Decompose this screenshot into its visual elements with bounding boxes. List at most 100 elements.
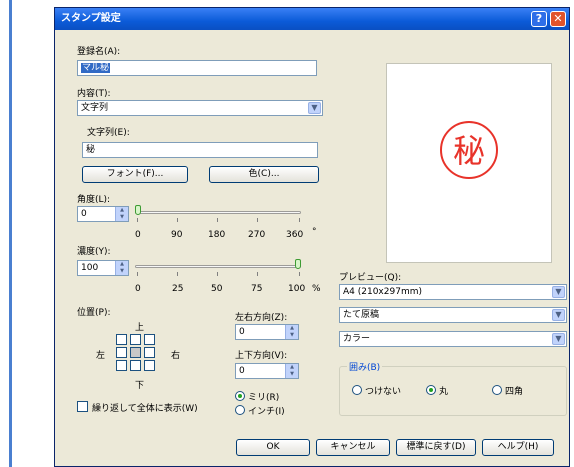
density-tick-100: 100 <box>288 284 306 294</box>
density-value: 100 <box>81 263 99 273</box>
position-top-left[interactable] <box>116 334 127 345</box>
position-bottom-label: 下 <box>135 381 145 391</box>
chevron-down-icon[interactable]: ▼ <box>552 333 565 345</box>
name-value: マル秘 <box>81 63 111 73</box>
help-icon[interactable]: ? <box>531 11 547 27</box>
unit-inch-label: インチ(I) <box>248 407 285 417</box>
tick <box>257 218 258 222</box>
density-label: 濃度(Y): <box>77 247 111 257</box>
ok-button[interactable]: OK <box>236 439 310 456</box>
window-title: スタンプ設定 <box>61 13 121 24</box>
frame-label: 囲み(B) <box>347 360 383 373</box>
text-value: 秘 <box>86 145 96 155</box>
frame-circle-radio[interactable] <box>426 385 436 395</box>
chevron-down-icon[interactable]: ▼ <box>552 286 565 298</box>
density-tick-75: 75 <box>251 284 263 294</box>
reset-button[interactable]: 標準に戻す(D) <box>396 439 476 456</box>
tick <box>299 218 300 222</box>
paper-select[interactable]: A4 (210x297mm) ▼ <box>339 284 567 300</box>
colormode-value: カラー <box>343 334 371 344</box>
angle-slider[interactable] <box>135 211 301 214</box>
repeat-checkbox[interactable] <box>77 401 88 412</box>
angle-tick-90: 90 <box>171 230 183 240</box>
unit-mm-label: ミリ(R) <box>248 393 280 403</box>
position-middle-right[interactable] <box>144 347 155 358</box>
unit-inch-radio[interactable] <box>235 405 245 415</box>
angle-tick-0: 0 <box>135 230 141 240</box>
vertical-field[interactable]: 0 ▲ ▼ <box>235 363 299 379</box>
density-tick-0: 0 <box>135 284 141 294</box>
content-label: 内容(T): <box>77 89 111 99</box>
stamp-settings-dialog: スタンプ設定 ? ✕ 登録名(A): マル秘 内容(T): 文字列 ▼ 文字列(… <box>54 7 570 467</box>
position-bottom-right[interactable] <box>144 360 155 371</box>
colormode-select[interactable]: カラー ▼ <box>339 331 567 347</box>
stamp-character: 秘 <box>453 132 485 170</box>
vertical-label: 上下方向(V): <box>235 351 288 361</box>
angle-tick-180: 180 <box>208 230 226 240</box>
left-edge-bar <box>9 0 12 467</box>
position-bottom-left[interactable] <box>116 360 127 371</box>
unit-mm-radio[interactable] <box>235 391 245 401</box>
angle-slider-thumb[interactable] <box>135 205 141 215</box>
density-slider-thumb[interactable] <box>295 259 301 269</box>
tick <box>217 272 218 276</box>
angle-spinner[interactable]: ▲ ▼ <box>115 207 128 221</box>
horizontal-spinner[interactable]: ▲ ▼ <box>285 325 298 339</box>
position-top-right[interactable] <box>144 334 155 345</box>
frame-none-radio[interactable] <box>352 385 362 395</box>
vertical-spinner[interactable]: ▲ ▼ <box>285 364 298 378</box>
color-button[interactable]: 色(C)... <box>209 166 319 183</box>
preview-label: プレビュー(Q): <box>339 273 402 283</box>
angle-tick-360: 360 <box>286 230 304 240</box>
position-bottom-center[interactable] <box>130 360 141 371</box>
font-button[interactable]: フォント(F)... <box>82 166 188 183</box>
repeat-label: 繰り返して全体に表示(W) <box>92 404 198 414</box>
frame-circle-label: 丸 <box>439 387 449 397</box>
horizontal-label: 左右方向(Z): <box>235 313 288 323</box>
title-bar[interactable]: スタンプ設定 ? ✕ <box>55 8 569 30</box>
stamp-preview: 秘 <box>440 121 498 179</box>
horizontal-value: 0 <box>239 327 245 337</box>
frame-square-label: 四角 <box>505 387 524 397</box>
tick <box>217 218 218 222</box>
tick <box>257 272 258 276</box>
name-label: 登録名(A): <box>77 47 121 57</box>
density-tick-25: 25 <box>172 284 184 294</box>
position-top-center[interactable] <box>130 334 141 345</box>
frame-square-radio[interactable] <box>492 385 502 395</box>
angle-unit: ° <box>312 227 317 237</box>
close-icon[interactable]: ✕ <box>550 11 566 27</box>
density-spinner[interactable]: ▲ ▼ <box>115 261 128 275</box>
position-center[interactable] <box>130 347 141 358</box>
cancel-button[interactable]: キャンセル <box>316 439 390 456</box>
text-field[interactable]: 秘 <box>82 142 318 158</box>
chevron-down-icon[interactable]: ▼ <box>552 309 565 321</box>
chevron-down-icon[interactable]: ▼ <box>308 102 321 114</box>
text-label: 文字列(E): <box>87 128 130 138</box>
tick <box>177 272 178 276</box>
content-value: 文字列 <box>81 103 109 113</box>
help-button[interactable]: ヘルプ(H) <box>482 439 554 456</box>
angle-field[interactable]: 0 ▲ ▼ <box>77 206 129 222</box>
angle-tick-270: 270 <box>248 230 266 240</box>
position-left-label: 左 <box>96 351 106 361</box>
density-slider[interactable] <box>135 265 301 268</box>
tick <box>177 218 178 222</box>
angle-label: 角度(L): <box>77 195 111 205</box>
angle-value: 0 <box>81 209 87 219</box>
frame-none-label: つけない <box>365 387 402 397</box>
tick <box>137 272 138 276</box>
content-select[interactable]: 文字列 ▼ <box>77 100 323 116</box>
paper-value: A4 (210x297mm) <box>343 287 422 297</box>
horizontal-field[interactable]: 0 ▲ ▼ <box>235 324 299 340</box>
tick <box>137 218 138 222</box>
tick <box>299 272 300 276</box>
name-field[interactable]: マル秘 <box>77 60 317 76</box>
position-middle-left[interactable] <box>116 347 127 358</box>
position-right-label: 右 <box>171 351 181 361</box>
position-top-label: 上 <box>135 323 145 333</box>
preview-pane: 秘 <box>386 63 552 263</box>
density-field[interactable]: 100 ▲ ▼ <box>77 260 129 276</box>
density-tick-50: 50 <box>211 284 223 294</box>
orientation-select[interactable]: たて原稿 ▼ <box>339 307 567 323</box>
